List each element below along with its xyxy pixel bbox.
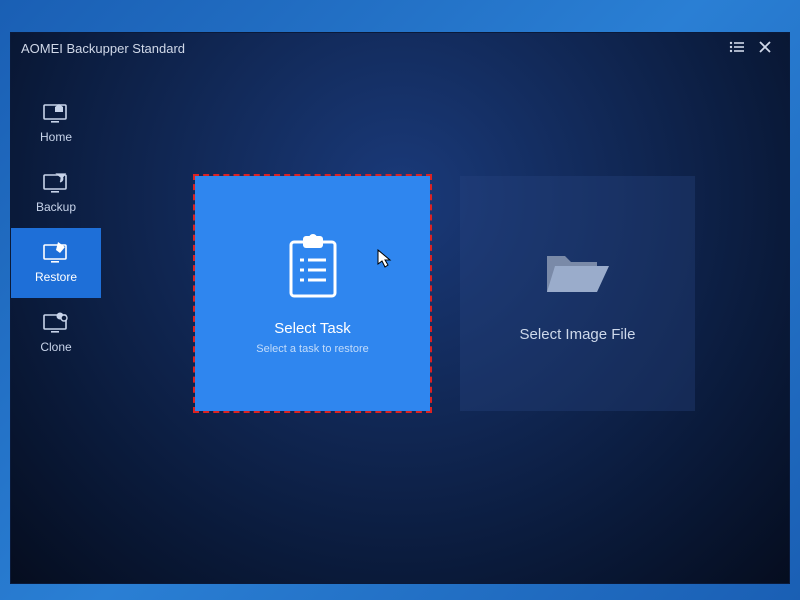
app-window: AOMEI Backupper Standard: [10, 32, 790, 584]
app-body: Home Backup: [11, 63, 789, 583]
menu-button[interactable]: [723, 34, 751, 62]
sidebar-item-label: Home: [40, 130, 72, 144]
select-image-title: Select Image File: [520, 326, 636, 343]
sidebar-item-restore[interactable]: Restore: [11, 228, 101, 298]
main-content: Select Task Select a task to restore Sel…: [101, 63, 789, 583]
sidebar-item-label: Backup: [36, 200, 76, 214]
monitor-disks-icon: [42, 312, 70, 334]
folder-open-icon: [543, 238, 613, 308]
clipboard-list-icon: [278, 232, 348, 302]
close-button[interactable]: [751, 34, 779, 62]
titlebar: AOMEI Backupper Standard: [11, 33, 789, 63]
sidebar-item-clone[interactable]: Clone: [11, 298, 101, 368]
monitor-pencil-icon: [42, 242, 70, 264]
sidebar-item-label: Restore: [35, 270, 77, 284]
close-icon: [759, 41, 771, 56]
menu-list-icon: [729, 41, 745, 56]
select-image-card[interactable]: Select Image File: [460, 176, 695, 411]
monitor-home-icon: [42, 102, 70, 124]
sidebar-item-label: Clone: [40, 340, 71, 354]
select-task-title: Select Task: [274, 320, 350, 337]
app-title: AOMEI Backupper Standard: [21, 41, 723, 56]
select-task-subtitle: Select a task to restore: [256, 343, 369, 355]
sidebar: Home Backup: [11, 63, 101, 583]
monitor-arrow-icon: [42, 172, 70, 194]
select-task-card[interactable]: Select Task Select a task to restore: [195, 176, 430, 411]
sidebar-item-home[interactable]: Home: [11, 88, 101, 158]
sidebar-item-backup[interactable]: Backup: [11, 158, 101, 228]
